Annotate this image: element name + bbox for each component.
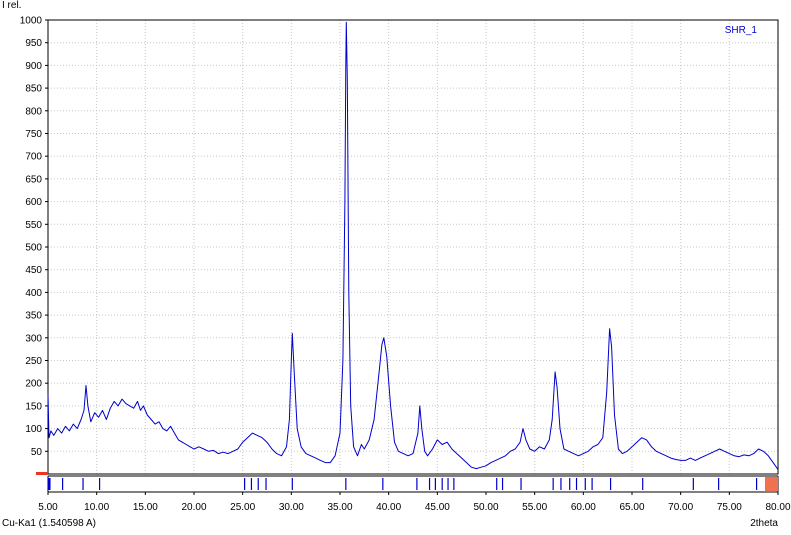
y-tick-label: 200 bbox=[25, 379, 42, 390]
legend-label: SHR_1 bbox=[725, 25, 758, 36]
x-tick-label: 10.00 bbox=[84, 502, 109, 513]
y-tick-label: 100 bbox=[25, 424, 42, 435]
x-tick-label: 30.00 bbox=[279, 502, 304, 513]
x-axis-title: 2theta bbox=[750, 518, 778, 529]
x-tick-label: 35.00 bbox=[327, 502, 352, 513]
y-tick-label: 150 bbox=[25, 401, 42, 412]
x-tick-label: 75.00 bbox=[717, 502, 742, 513]
y-tick-label: 300 bbox=[25, 333, 42, 344]
y-tick-label: 900 bbox=[25, 61, 42, 72]
x-tick-label: 70.00 bbox=[668, 502, 693, 513]
y-tick-label: 250 bbox=[25, 356, 42, 367]
x-tick-label: 15.00 bbox=[133, 502, 158, 513]
range-marker-right bbox=[765, 477, 778, 491]
x-tick-label: 65.00 bbox=[619, 502, 644, 513]
x-tick-label: 55.00 bbox=[522, 502, 547, 513]
y-tick-label: 800 bbox=[25, 106, 42, 117]
y-tick-label: 350 bbox=[25, 311, 42, 322]
plot-frame bbox=[47, 19, 779, 475]
y-tick-label: 850 bbox=[25, 84, 42, 95]
y-tick-label: 650 bbox=[25, 174, 42, 185]
y-tick-label: 400 bbox=[25, 288, 42, 299]
y-tick-label: 450 bbox=[25, 265, 42, 276]
radiation-label: Cu-Ka1 (1.540598 A) bbox=[2, 518, 96, 529]
y-tick-label: 750 bbox=[25, 129, 42, 140]
x-tick-label: 80.00 bbox=[765, 502, 790, 513]
range-marker-left bbox=[36, 472, 48, 475]
y-tick-label: 700 bbox=[25, 152, 42, 163]
y-tick-label: 550 bbox=[25, 220, 42, 231]
diffraction-series-line bbox=[47, 21, 779, 470]
xrd-chart: 50 100 150 200 250 300 350 400 450 500 550 600 650 70… bbox=[0, 0, 791, 530]
x-tick-label: 60.00 bbox=[571, 502, 596, 513]
x-tick-label: 20.00 bbox=[181, 502, 206, 513]
y-tick-label: 500 bbox=[25, 243, 42, 254]
y-axis-title: I rel. bbox=[2, 0, 21, 11]
chart-svg: 50 100 150 200 250 300 350 400 450 500 550 600 650 70… bbox=[2, 0, 791, 529]
y-tick-label: 50 bbox=[31, 447, 43, 458]
y-tick-label: 950 bbox=[25, 38, 42, 49]
x-tick-label: 25.00 bbox=[230, 502, 255, 513]
x-tick-label: 50.00 bbox=[473, 502, 498, 513]
x-tick-label: 5.00 bbox=[38, 502, 58, 513]
x-tick-label: 45.00 bbox=[425, 502, 450, 513]
y-tick-label: 600 bbox=[25, 197, 42, 208]
y-tick-label: 1000 bbox=[20, 16, 43, 27]
x-tick-label: 40.00 bbox=[376, 502, 401, 513]
